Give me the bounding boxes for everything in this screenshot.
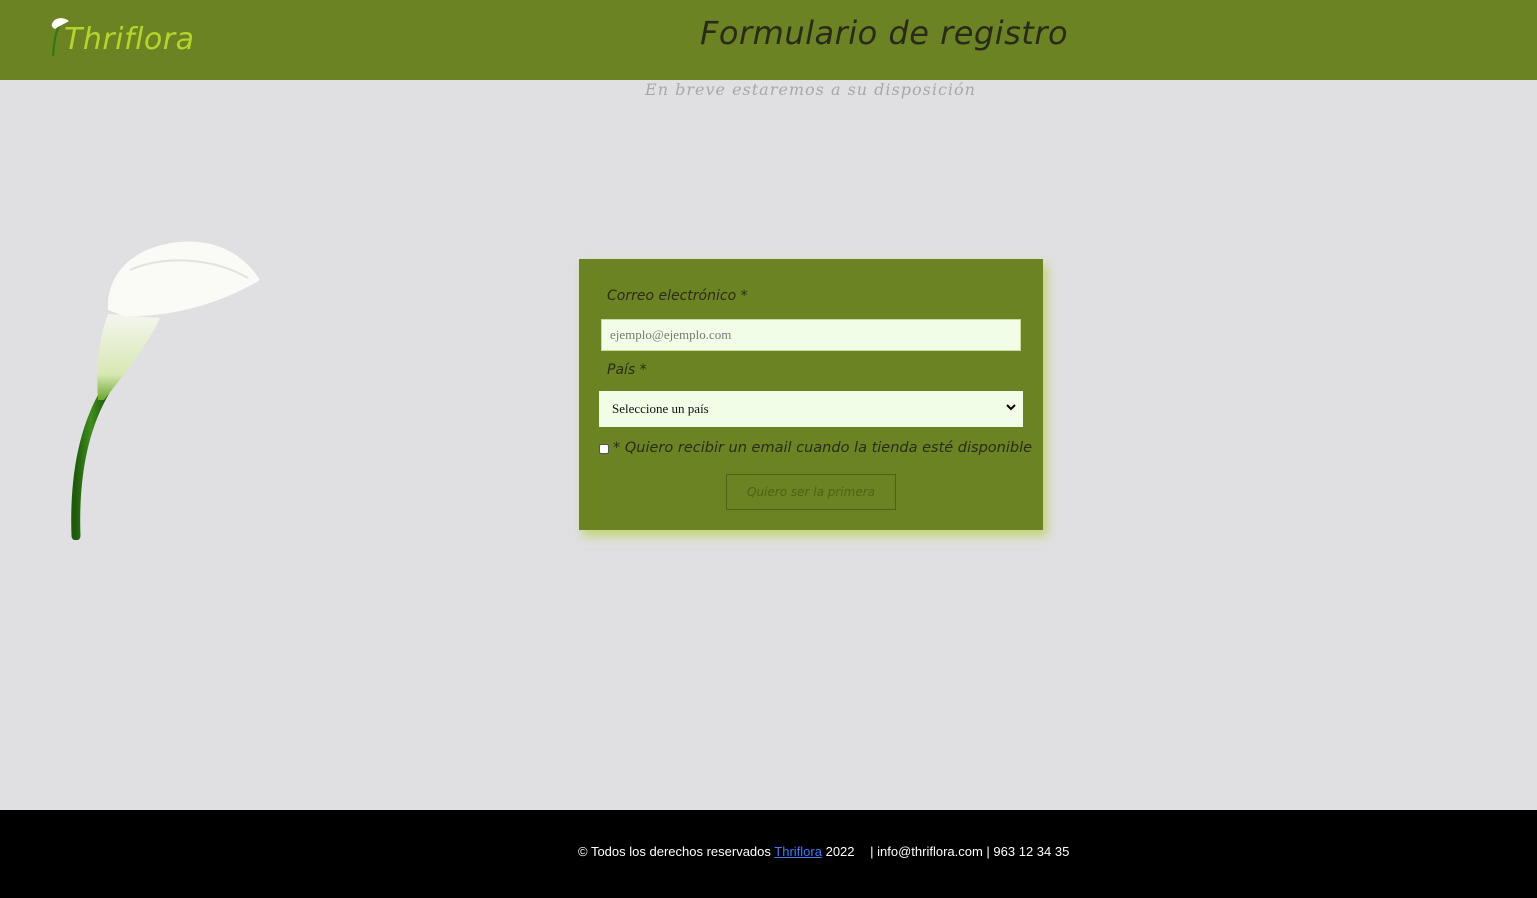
footer-contact: | info@thriflora.com | 963 12 34 35	[870, 844, 1070, 859]
page-title: Formulario de registro	[700, 14, 1069, 52]
footer-brand-link[interactable]: Thriflora	[774, 844, 822, 859]
brand-logo[interactable]: Thriflora	[50, 16, 210, 62]
footer: © Todos los derechos reservados Thriflor…	[0, 810, 1537, 898]
consent-label: * Quiero recibir un email cuando la tien…	[613, 440, 1033, 456]
footer-text: © Todos los derechos reservados Thriflor…	[578, 844, 1069, 859]
footer-copyright: © Todos los derechos reservados	[578, 844, 771, 859]
page-subtitle: En breve estaremos a su disposición	[645, 80, 976, 99]
country-select-value: Seleccione un país	[612, 401, 709, 416]
header-bar: Thriflora Formulario de registro	[0, 0, 1537, 80]
calla-lily-illustration	[71, 241, 260, 540]
chevron-down-icon	[1006, 404, 1016, 411]
country-label: País *	[607, 362, 647, 378]
consent-checkbox[interactable]	[599, 444, 609, 454]
submit-button[interactable]: Quiero ser la primera	[726, 474, 896, 510]
email-field[interactable]	[601, 319, 1021, 351]
brand-name: Thriflora	[64, 22, 195, 57]
footer-year: 2022	[825, 844, 855, 859]
email-label: Correo electrónico *	[607, 288, 748, 304]
registration-form: Correo electrónico * País * Seleccione u…	[579, 259, 1043, 530]
country-select[interactable]: Seleccione un país	[599, 391, 1023, 427]
